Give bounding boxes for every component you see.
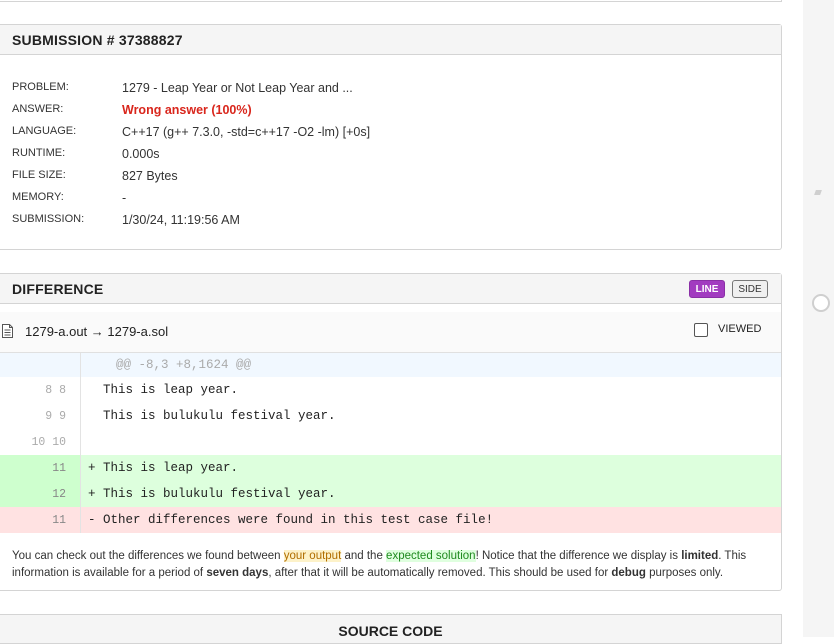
diff-file-name: 1279-a.out → 1279-a.sol: [25, 324, 169, 339]
line-view-button[interactable]: LINE: [689, 280, 725, 298]
circle-icon[interactable]: [812, 294, 830, 312]
memory-value: -: [122, 191, 127, 205]
difference-title: DIFFERENCE: [0, 274, 781, 304]
line-text: This is leap year.: [88, 383, 239, 397]
submission-time-value: 1/30/24, 11:19:56 AM: [122, 213, 240, 227]
line-text: This is bulukulu festival year.: [88, 409, 336, 423]
language-label: LANGUAGE:: [12, 125, 77, 137]
diff-notice: You can check out the differences we fou…: [12, 548, 772, 582]
language-value: C++17 (g++ 7.3.0, -std=c++17 -O2 -lm) [+…: [122, 125, 371, 139]
diff-row-added: 12 + This is bulukulu festival year.: [0, 481, 781, 507]
line-numbers: 10 10: [0, 429, 81, 455]
source-code-title: SOURCE CODE: [0, 614, 782, 644]
notice-text: and the: [341, 550, 387, 562]
line-text: + This is bulukulu festival year.: [88, 487, 336, 501]
submission-label: SUBMISSION:: [12, 213, 85, 225]
viewed-label[interactable]: VIEWED: [718, 323, 761, 335]
diff-gutter: [0, 353, 81, 377]
notice-text: , after that it will be automatically re…: [268, 567, 612, 579]
notice-text: purposes only.: [645, 567, 724, 579]
notice-text: ! Notice that the difference we display …: [475, 550, 682, 562]
checkbox-icon[interactable]: [694, 323, 708, 337]
problem-label: PROBLEM:: [12, 81, 69, 93]
line-numbers: 11: [0, 507, 81, 533]
runtime-label: RUNTIME:: [12, 147, 66, 159]
line-text: + This is leap year.: [88, 461, 239, 475]
line-text: - Other differences were found in this t…: [88, 513, 494, 527]
line-numbers: 11: [0, 455, 81, 481]
submission-title: SUBMISSION # 37388827: [0, 25, 781, 55]
diff-row: 9 9 This is bulukulu festival year.: [0, 403, 781, 429]
notice-text: You can check out the differences we fou…: [12, 550, 284, 562]
hunk-text: @@ -8,3 +8,1624 @@: [116, 358, 252, 372]
seven-days-text: seven days: [206, 567, 269, 579]
runtime-value: 0.000s: [122, 147, 160, 161]
answer-value: Wrong answer (100%): [122, 103, 252, 117]
limited-text: limited: [681, 550, 719, 562]
memory-label: MEMORY:: [12, 191, 64, 203]
expected-solution-highlight: expected solution: [386, 550, 476, 562]
previous-panel-edge: [0, 0, 782, 2]
diff-row-removed: 11 - Other differences were found in thi…: [0, 507, 781, 533]
line-numbers: 8 8: [0, 377, 81, 403]
problem-value[interactable]: 1279 - Leap Year or Not Leap Year and ..…: [122, 81, 353, 95]
right-sidebar: [803, 0, 834, 637]
side-view-button[interactable]: SIDE: [732, 280, 768, 298]
diff-row: 10 10: [0, 429, 781, 455]
your-output-highlight: your output: [283, 550, 342, 562]
file-size-label: FILE SIZE:: [12, 169, 66, 181]
difference-panel: DIFFERENCE LINE SIDE 1279-a.out → 1279-a…: [0, 273, 782, 591]
diff-hunk-header: @@ -8,3 +8,1624 @@: [0, 353, 781, 377]
answer-label: ANSWER:: [12, 103, 64, 115]
diff-row-added: 11 + This is leap year.: [0, 455, 781, 481]
debug-text: debug: [611, 567, 646, 579]
line-numbers: 9 9: [0, 403, 81, 429]
submission-panel: SUBMISSION # 37388827 PROBLEM: 1279 - Le…: [0, 24, 782, 250]
diff-table: @@ -8,3 +8,1624 @@ 8 8 This is leap year…: [0, 353, 781, 533]
document-icon: [2, 324, 13, 338]
file-size-value: 827 Bytes: [122, 169, 178, 183]
diff-row: 8 8 This is leap year.: [0, 377, 781, 403]
line-numbers: 12: [0, 481, 81, 507]
diff-file-bar: 1279-a.out → 1279-a.sol VIEWED: [0, 312, 781, 353]
